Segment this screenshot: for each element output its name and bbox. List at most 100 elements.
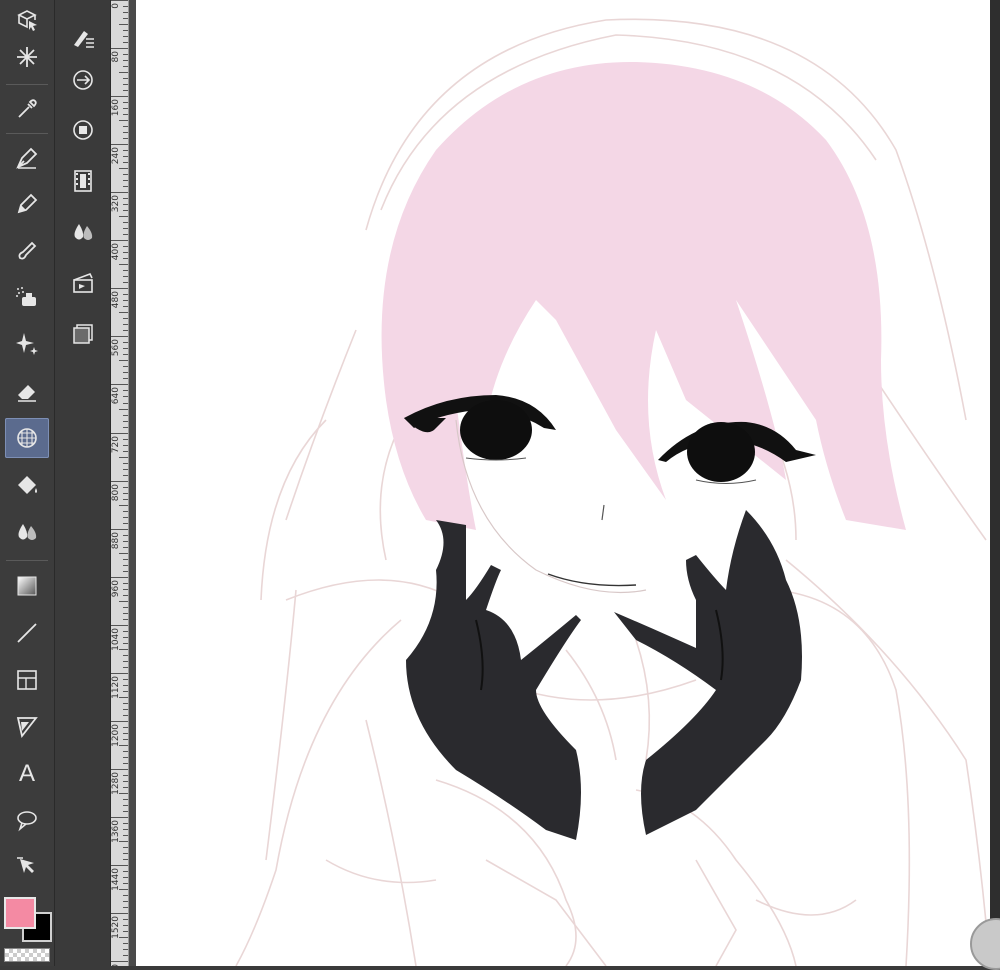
sub-layers-icon[interactable] <box>65 316 101 352</box>
object-select-icon[interactable] <box>5 0 49 40</box>
ruler-minor-tick <box>123 666 128 668</box>
hair-fill <box>381 61 906 531</box>
ruler-major-tick <box>111 913 128 915</box>
ruler-minor-tick <box>123 955 128 957</box>
ruler-label: 400 <box>111 243 121 261</box>
ruler-minor-tick <box>123 510 128 512</box>
ruler-minor-tick <box>123 366 128 368</box>
ruler-minor-tick <box>123 907 128 909</box>
ruler-minor-tick <box>123 594 128 596</box>
ruler-minor-tick <box>123 823 128 825</box>
ruler-label: 880 <box>111 531 121 549</box>
ruler-minor-tick <box>123 438 128 440</box>
ruler-minor-tick <box>123 925 128 927</box>
ruler-minor-tick <box>123 774 128 776</box>
ruler-minor-tick <box>123 738 128 740</box>
mesh-transform-icon[interactable] <box>5 418 49 458</box>
eraser-icon[interactable] <box>5 371 49 411</box>
ruler-minor-tick <box>123 901 128 903</box>
ruler-label: 80 <box>111 51 121 63</box>
ruler-minor-tick <box>123 318 128 320</box>
ruler-minor-tick <box>123 684 128 686</box>
ruler-minor-tick <box>123 306 128 308</box>
ruler-minor-tick <box>123 516 128 518</box>
decoration-sparkle-icon[interactable] <box>5 323 49 363</box>
ruler-label: 1120 <box>111 675 121 699</box>
ruler-triangle-icon[interactable] <box>5 707 49 747</box>
ruler-minor-tick <box>123 847 128 849</box>
ruler-minor-tick <box>119 600 128 602</box>
brush-icon[interactable] <box>5 231 49 271</box>
ruler-major-tick <box>111 480 128 482</box>
ruler-minor-tick <box>123 78 128 80</box>
main-color-swatch[interactable] <box>4 897 36 929</box>
pen-icon[interactable] <box>5 138 49 178</box>
ruler-minor-tick <box>123 462 128 464</box>
airbrush-icon[interactable] <box>5 277 49 317</box>
text-tool-icon[interactable]: A <box>5 754 49 794</box>
ruler-minor-tick <box>123 396 128 398</box>
eyedropper-icon[interactable] <box>5 89 49 129</box>
ruler-minor-tick <box>119 312 128 314</box>
sub-circle-stamp-icon[interactable] <box>65 112 101 148</box>
fill-bucket-icon[interactable] <box>5 465 49 505</box>
ruler-minor-tick <box>123 468 128 470</box>
ruler-major-tick <box>111 0 128 1</box>
ruler-minor-tick <box>123 108 128 110</box>
transparent-color-swatch[interactable] <box>4 948 50 962</box>
sub-tool-palette <box>55 0 111 966</box>
ruler-minor-tick <box>123 811 128 812</box>
ruler-minor-tick <box>123 859 128 861</box>
ruler-minor-tick <box>123 618 128 620</box>
ruler-label: 240 <box>111 147 121 165</box>
ruler-minor-tick <box>123 642 128 644</box>
ruler-label: 1280 <box>111 771 121 795</box>
correct-line-icon[interactable] <box>5 846 49 886</box>
ruler-minor-tick <box>123 378 128 380</box>
ruler-minor-tick <box>123 390 128 392</box>
sub-film-icon[interactable] <box>65 163 101 199</box>
ruler-minor-tick <box>123 931 128 933</box>
ruler-minor-tick <box>123 204 128 206</box>
ruler-minor-tick <box>123 877 128 879</box>
ruler-label: 800 <box>111 483 121 501</box>
ruler-minor-tick <box>123 726 128 728</box>
sub-pen-layer-icon[interactable] <box>65 20 101 56</box>
ruler-minor-tick <box>123 102 128 104</box>
right-glove <box>614 510 802 835</box>
ruler-minor-tick <box>123 871 128 873</box>
ruler-minor-tick <box>119 24 128 26</box>
gradient-icon[interactable] <box>5 566 49 606</box>
ruler-label: 1200 <box>111 723 121 747</box>
sub-drops-icon[interactable] <box>65 214 101 250</box>
sub-animation-icon[interactable] <box>65 62 101 98</box>
ruler-minor-tick <box>123 492 128 494</box>
ruler-major-tick <box>111 961 128 963</box>
drawing-canvas[interactable] <box>136 0 990 966</box>
ruler-minor-tick <box>123 450 128 452</box>
magic-wand-icon[interactable] <box>5 37 49 77</box>
ruler-major-tick <box>111 672 128 674</box>
line-figure-icon[interactable] <box>5 613 49 653</box>
ruler-minor-tick <box>123 210 128 212</box>
ruler-minor-tick <box>123 348 128 350</box>
ruler-minor-tick <box>123 756 128 758</box>
ruler-minor-tick <box>123 750 128 752</box>
ruler-label: 640 <box>111 387 121 405</box>
ruler-label: 1360 <box>111 820 121 843</box>
ruler-label: 560 <box>111 339 121 357</box>
ruler-label: 1520 <box>111 916 121 940</box>
pencil-icon[interactable] <box>5 184 49 224</box>
ruler-minor-tick <box>123 570 128 572</box>
ruler-minor-tick <box>123 246 128 248</box>
lasso-balloon-icon[interactable] <box>5 800 49 840</box>
canvas-right-edge <box>990 0 1000 966</box>
ruler-minor-tick <box>123 702 128 704</box>
ruler-minor-tick <box>119 504 128 506</box>
blend-drops-icon[interactable] <box>5 512 49 552</box>
sub-clapper-icon[interactable] <box>65 265 101 301</box>
ruler-major-tick <box>111 96 128 98</box>
frame-border-icon[interactable] <box>5 660 49 700</box>
ruler-minor-tick <box>123 114 128 116</box>
ruler-minor-tick <box>123 732 128 734</box>
